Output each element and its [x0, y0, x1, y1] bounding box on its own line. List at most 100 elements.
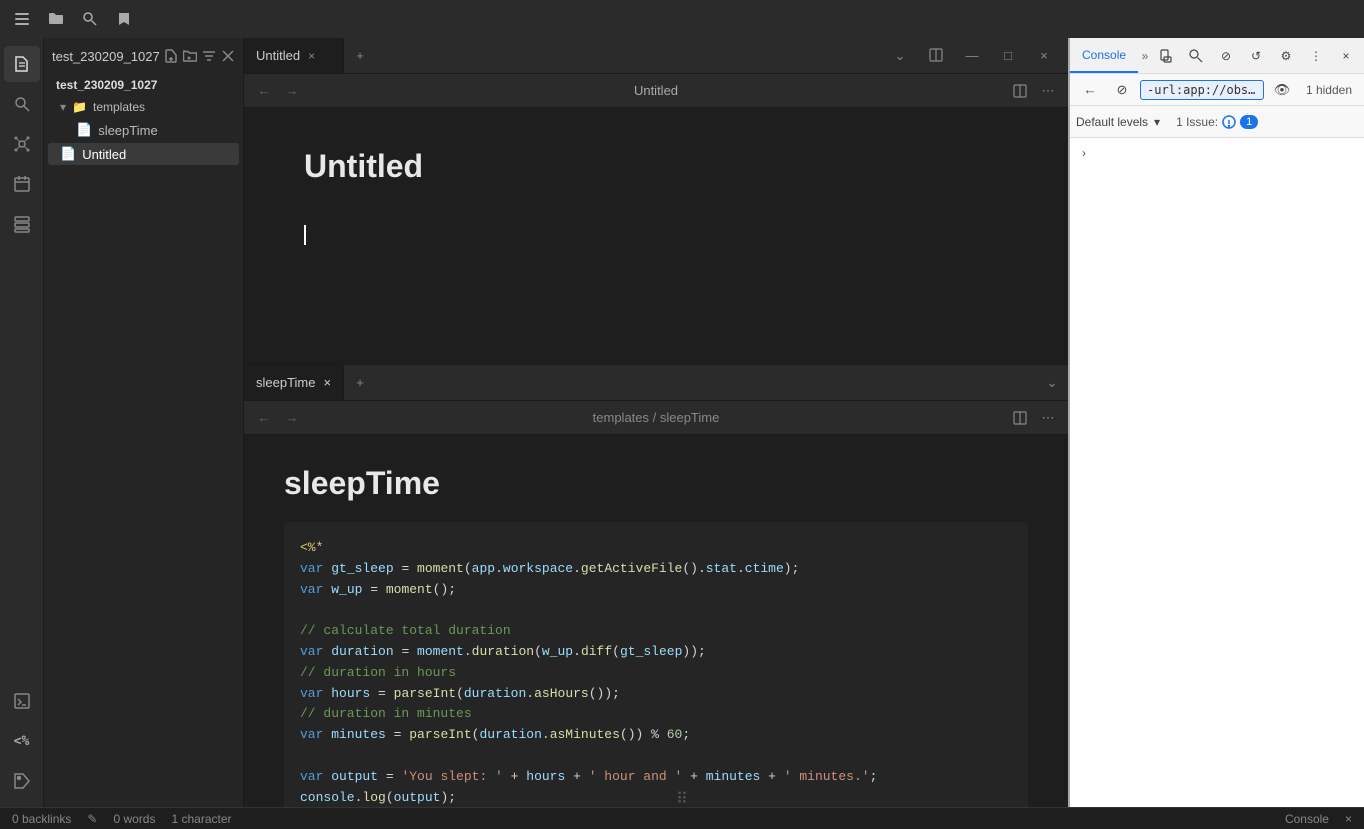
tab-sleeptime[interactable]: sleepTime × [244, 365, 344, 400]
tag-nav-btn[interactable] [4, 763, 40, 799]
devtools-tab-more[interactable]: » [1138, 38, 1152, 73]
maximize-btn[interactable]: □ [992, 48, 1024, 63]
first-pane-content[interactable]: Untitled ⠿ [244, 108, 1068, 364]
icon-sidebar: <% [0, 38, 44, 807]
reading-view-btn[interactable] [1008, 79, 1032, 103]
file-explorer: test_230209_1027 test_230209_1027 ▾ 📁 te… [44, 38, 244, 807]
close-explorer-btn[interactable] [220, 44, 235, 68]
close-devtools-btn[interactable]: × [1332, 42, 1360, 70]
devtools-console-label: Console [1082, 48, 1126, 62]
code-line-8: var minutes = parseInt(duration.asMinute… [300, 725, 1012, 746]
tab-dropdown-btn[interactable]: ⌄ [884, 48, 916, 64]
chevron-down-icon2: ▾ [1154, 115, 1160, 129]
devtools-actions: ⊘ ↺ ⚙ ⋮ × [1152, 42, 1364, 70]
backlinks-count[interactable]: 0 backlinks [12, 812, 71, 826]
tab-sleeptime-close[interactable]: × [323, 375, 331, 390]
back-btn[interactable]: ← [252, 79, 276, 103]
status-bar-right: Console × [1285, 812, 1352, 826]
new-tab-btn[interactable]: + [344, 38, 376, 73]
more-options-btn-2[interactable]: ⋯ [1036, 406, 1060, 430]
devtools-url-text: -url:app://obsidian.md/index.htm [1147, 83, 1257, 97]
code-line-1: var gt_sleep = moment(app.workspace.getA… [300, 559, 1012, 580]
device-emulate-btn[interactable] [1152, 42, 1180, 70]
second-pane-content[interactable]: sleepTime <%* var gt_sleep = moment(app.… [244, 435, 1068, 807]
devtools-url-bar[interactable]: -url:app://obsidian.md/index.htm [1140, 80, 1264, 100]
stack-nav-btn[interactable] [4, 206, 40, 242]
issue-count-badge: 1 [1240, 115, 1258, 129]
devtools-back-btn[interactable]: ← [1076, 76, 1104, 104]
first-pane: ← → Untitled ⋯ Untitled ⠿ [244, 74, 1068, 364]
second-pane-new-tab[interactable]: + [344, 375, 376, 390]
new-folder-btn[interactable] [183, 44, 198, 68]
graph-nav-btn[interactable] [4, 126, 40, 162]
sidebar-toggle-btn[interactable] [8, 5, 36, 33]
folder-templates-label: templates [93, 100, 145, 114]
refresh-btn[interactable]: ↺ [1242, 42, 1270, 70]
sort-btn[interactable] [201, 44, 216, 68]
more-options-btn[interactable]: ⋯ [1036, 79, 1060, 103]
forward-btn-2[interactable]: → [280, 406, 304, 430]
split-editor-btn[interactable] [920, 48, 952, 62]
tab-sleeptime-label: sleepTime [256, 375, 315, 390]
breadcrumb: templates / sleepTime [310, 410, 1002, 425]
nav-buttons: ← → [252, 79, 304, 103]
editor-area: Untitled × + ⌄ — □ × ← → Untitled [244, 38, 1068, 807]
file-untitled[interactable]: 📄 Untitled [48, 143, 239, 165]
devtools-expand-row[interactable]: › [1074, 142, 1360, 164]
terminal-nav-btn[interactable] [4, 683, 40, 719]
code-line-5: // duration in hours [300, 663, 1012, 684]
devtools-tab-console[interactable]: Console [1070, 38, 1138, 73]
tab-untitled[interactable]: Untitled × [244, 38, 344, 73]
new-note-btn[interactable] [164, 44, 179, 68]
tab-untitled-close[interactable]: × [308, 49, 315, 63]
code-block: <%* var gt_sleep = moment(app.workspace.… [284, 522, 1028, 807]
first-pane-title: Untitled [310, 83, 1002, 98]
second-pane-header: ← → templates / sleepTime ⋯ [244, 401, 1068, 435]
vault-name-label: test_230209_1027 [56, 78, 157, 92]
inspect-btn[interactable] [1182, 42, 1210, 70]
minimize-btn[interactable]: — [956, 48, 988, 63]
files-nav-btn[interactable] [4, 46, 40, 82]
bookmark-btn[interactable] [110, 5, 138, 33]
main-layout: <% test_230209_1027 test_230209_1027 [0, 38, 1364, 807]
calendar-nav-btn[interactable] [4, 166, 40, 202]
settings-btn[interactable]: ⚙ [1272, 42, 1300, 70]
expand-arrow: › [1082, 146, 1086, 160]
search-btn[interactable] [76, 5, 104, 33]
code-line-6: var hours = parseInt(duration.asHours())… [300, 684, 1012, 705]
first-pane-tabbar: Untitled × + ⌄ — □ × [244, 38, 1068, 74]
code-line-0: <%* [300, 538, 1012, 559]
code-nav-btn[interactable]: <% [4, 723, 40, 759]
console-label[interactable]: Console [1285, 812, 1329, 826]
search-nav-btn[interactable] [4, 86, 40, 122]
top-bar [0, 0, 1364, 38]
file-icon2: 📄 [60, 146, 76, 162]
second-pane-dropdown[interactable]: ⌄ [1036, 375, 1068, 391]
status-bar: 0 backlinks ✎ 0 words 1 character Consol… [0, 807, 1364, 829]
forward-btn[interactable]: → [280, 79, 304, 103]
reading-view-btn-2[interactable] [1008, 406, 1032, 430]
close-status-btn[interactable]: × [1345, 812, 1352, 826]
file-untitled-label: Untitled [82, 147, 126, 162]
vault-root[interactable]: test_230209_1027 [48, 75, 239, 95]
devtools-content: › [1070, 138, 1364, 807]
vault-name: test_230209_1027 [52, 49, 160, 64]
issue-badge: 1 Issue: 1 [1176, 115, 1258, 129]
close-window-btn[interactable]: × [1028, 48, 1060, 63]
folder-templates[interactable]: ▾ 📁 templates [48, 97, 239, 117]
file-sleeptime[interactable]: 📄 sleepTime [48, 119, 239, 141]
code-line-blank1 [300, 600, 1012, 621]
untitled-heading: Untitled [304, 148, 1008, 185]
back-btn-2[interactable]: ← [252, 406, 276, 430]
more-devtools-btn[interactable]: ⋮ [1302, 42, 1330, 70]
devtools-tab-bar: Console » ⊘ ↺ ⚙ ⋮ × [1070, 38, 1364, 74]
word-count: 0 words [113, 812, 155, 826]
folder-btn[interactable] [42, 5, 70, 33]
second-pane-tabbar: sleepTime × + ⌄ [244, 365, 1068, 401]
block-requests-btn[interactable]: ⊘ [1212, 42, 1240, 70]
devtools-inspect-page-btn[interactable]: 👁 [1268, 76, 1296, 104]
code-line-4: var duration = moment.duration(w_up.diff… [300, 642, 1012, 663]
devtools-stop-btn[interactable]: ⊘ [1108, 76, 1136, 104]
file-icon: 📄 [76, 122, 92, 138]
edit-icon[interactable]: ✎ [87, 812, 97, 826]
